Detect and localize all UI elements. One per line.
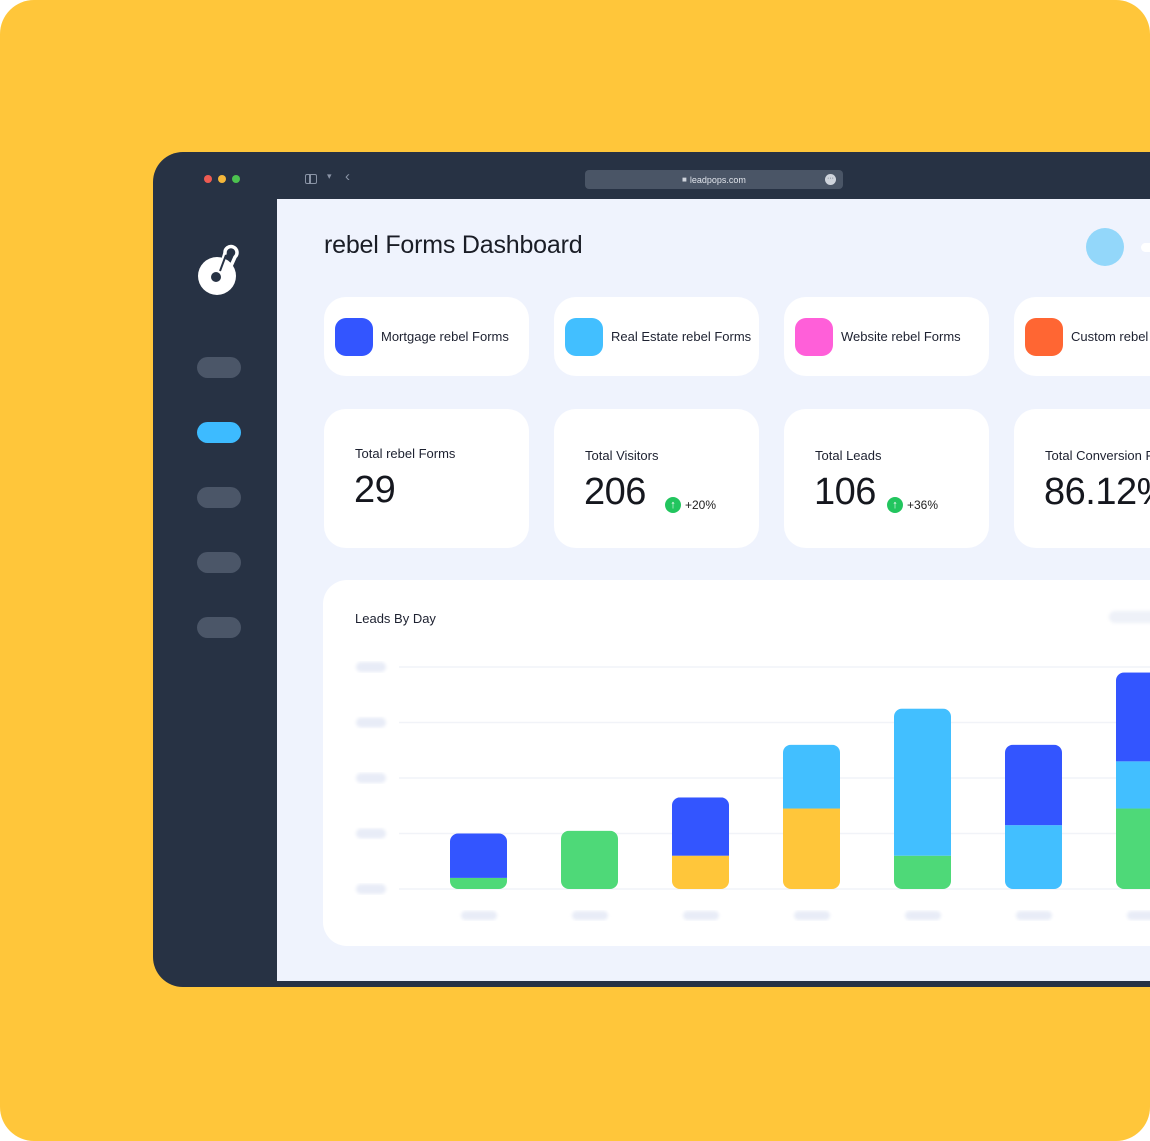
bar-segment [672, 855, 729, 889]
bar-segment [1116, 808, 1150, 889]
bar-segment [450, 833, 507, 878]
bar-segment [894, 708, 951, 856]
category-card-custom[interactable]: Custom rebel Forms [1014, 297, 1150, 376]
stat-card-total-forms: Total rebel Forms 29 [324, 409, 529, 548]
y-tick-label-placeholder [356, 884, 386, 894]
stat-label: Total Conversion Rate [1045, 448, 1150, 463]
stat-value: 86.12% [1044, 471, 1150, 513]
sidebar-item-3[interactable] [197, 487, 241, 508]
stat-card-conversion-rate: Total Conversion Rate 86.12% [1014, 409, 1150, 548]
back-icon[interactable]: ‹ [345, 168, 350, 185]
x-tick-label-placeholder [1127, 911, 1150, 920]
stat-value: 206 [584, 471, 646, 513]
page-title: rebel Forms Dashboard [324, 231, 583, 259]
category-label: Mortgage rebel Forms [381, 329, 509, 344]
browser-titlebar: ▾ ‹ ■ leadpops.com ··· [153, 152, 1150, 199]
category-card-mortgage[interactable]: Mortgage rebel Forms [324, 297, 529, 376]
sidebar [153, 199, 277, 987]
url-text: leadpops.com [689, 174, 746, 185]
category-label: Website rebel Forms [841, 329, 961, 344]
delta-text: +36% [907, 498, 939, 512]
minimize-window-dot[interactable] [218, 175, 226, 183]
stat-label: Total Visitors [585, 448, 659, 463]
main-content: rebel Forms Dashboard Mortgage rebel For… [277, 199, 1150, 981]
website-category-icon [795, 318, 833, 356]
bar-segment [1005, 744, 1062, 826]
sidebar-item-2-active[interactable] [197, 422, 241, 443]
x-tick-label-placeholder [683, 911, 719, 920]
arrow-up-icon: ↑ [665, 497, 681, 513]
stat-value: 106 [814, 471, 876, 513]
maximize-window-dot[interactable] [232, 175, 240, 183]
stat-label: Total rebel Forms [355, 446, 456, 461]
y-tick-label-placeholder [356, 773, 386, 783]
stat-card-total-visitors: Total Visitors 206 ↑ +20% [554, 409, 759, 548]
bar-segment [1116, 672, 1150, 762]
bar-segment [1005, 825, 1062, 889]
avatar[interactable] [1086, 228, 1124, 266]
browser-window: ▾ ‹ ■ leadpops.com ··· rebel Forms Dashb… [153, 152, 1150, 987]
delta-text: +20% [685, 498, 717, 512]
x-tick-label-placeholder [572, 911, 608, 920]
x-tick-label-placeholder [794, 911, 830, 920]
arrow-up-icon: ↑ [887, 497, 903, 513]
category-card-website[interactable]: Website rebel Forms [784, 297, 989, 376]
bar-segment [783, 744, 840, 809]
stat-label: Total Leads [815, 448, 882, 463]
bar-segment [894, 855, 951, 889]
mortgage-category-icon [335, 318, 373, 356]
real-estate-category-icon [565, 318, 603, 356]
bar-segment [783, 808, 840, 889]
sidebar-item-5[interactable] [197, 617, 241, 638]
stat-delta: ↑ +20% [665, 497, 716, 513]
category-label: Real Estate rebel Forms [611, 329, 752, 344]
x-tick-label-placeholder [1016, 911, 1052, 920]
sidebar-item-4[interactable] [197, 552, 241, 573]
bar-segment [672, 797, 729, 856]
custom-category-icon [1025, 318, 1063, 356]
background-frame: ▾ ‹ ■ leadpops.com ··· rebel Forms Dashb… [0, 0, 1150, 1141]
lock-icon: ■ [682, 175, 687, 184]
category-label: Custom rebel Forms [1071, 329, 1150, 344]
close-window-dot[interactable] [204, 175, 212, 183]
category-card-real-estate[interactable]: Real Estate rebel Forms [554, 297, 759, 376]
leads-by-day-chart-card: Leads By Day [323, 580, 1150, 946]
sidebar-toggle-icon[interactable] [305, 174, 317, 184]
stat-card-total-leads: Total Leads 106 ↑ +36% [784, 409, 989, 548]
sidebar-item-1[interactable] [197, 357, 241, 378]
stat-value: 29 [354, 469, 396, 511]
stat-delta: ↑ +36% [887, 497, 938, 513]
leads-by-day-chart [356, 662, 1150, 920]
bar-segment [561, 830, 618, 889]
y-tick-label-placeholder [356, 717, 386, 728]
x-tick-label-placeholder [461, 911, 497, 920]
bar-segment [1116, 761, 1150, 809]
logo-icon [198, 244, 239, 295]
chevron-down-icon[interactable]: ▾ [327, 171, 332, 182]
header-control[interactable] [1141, 243, 1150, 252]
y-tick-label-placeholder [356, 662, 386, 672]
x-tick-label-placeholder [905, 911, 941, 920]
more-options-icon[interactable]: ··· [825, 174, 836, 185]
url-bar[interactable]: ■ leadpops.com ··· [585, 170, 843, 189]
bar-segment [450, 877, 507, 889]
y-tick-label-placeholder [356, 828, 386, 839]
